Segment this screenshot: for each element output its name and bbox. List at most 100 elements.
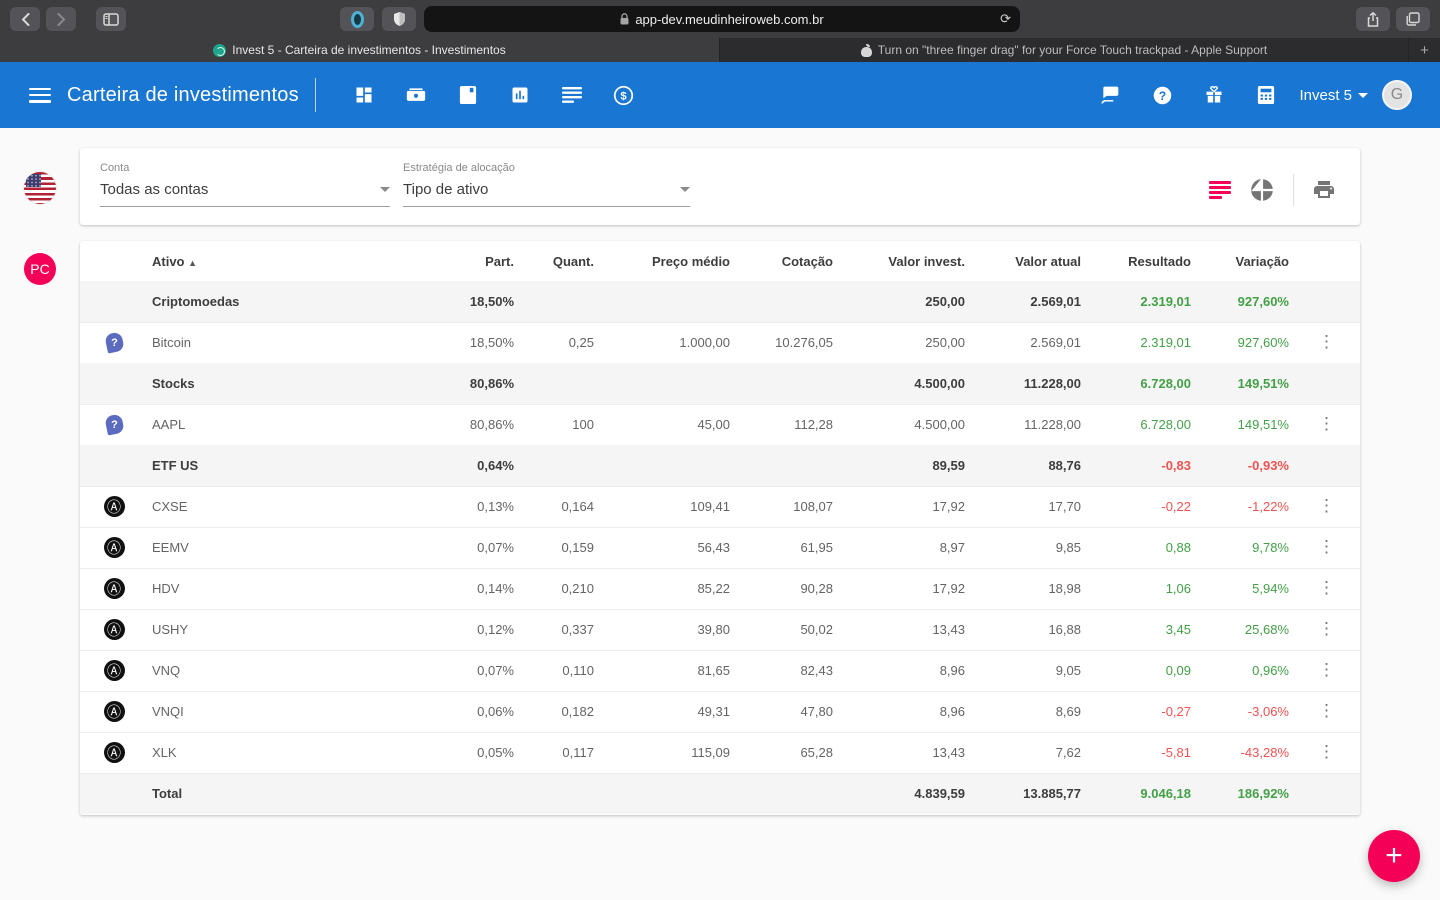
svg-text:$: $ xyxy=(621,90,628,102)
tabs-overview-button[interactable] xyxy=(1396,7,1430,31)
cell-preco-medio xyxy=(598,363,734,404)
help-button[interactable]: ? xyxy=(1143,75,1181,115)
site-favicon xyxy=(213,43,227,57)
cell-preco-medio xyxy=(598,281,734,322)
row-menu-button[interactable]: ⋮ xyxy=(1318,497,1335,514)
row-menu-cell: ⋮ xyxy=(1293,650,1360,691)
header-valor-invest[interactable]: Valor invest. xyxy=(837,241,969,281)
row-menu-button[interactable]: ⋮ xyxy=(1318,415,1335,432)
nav-statements-button[interactable] xyxy=(546,75,598,115)
cell-ativo: EEMV xyxy=(152,540,189,555)
reload-button[interactable]: ⟳ xyxy=(1000,11,1011,27)
asset-logo-icon: Ⓐ xyxy=(80,609,148,650)
row-menu-button[interactable]: ⋮ xyxy=(1318,620,1335,637)
cell-resultado: 0,09 xyxy=(1165,663,1191,678)
cell-quant xyxy=(518,773,598,814)
cell-resultado: 9.046,18 xyxy=(1140,786,1191,802)
user-avatar[interactable]: G xyxy=(1382,80,1412,110)
header-ativo[interactable]: Ativo ▲ xyxy=(148,241,378,281)
cell-valor-invest: 17,92 xyxy=(932,499,965,514)
add-button[interactable]: + xyxy=(1368,830,1420,882)
header-preco-medio[interactable]: Preço médio xyxy=(598,241,734,281)
cell-resultado: 3,45 xyxy=(1165,622,1191,637)
header-valor-atual[interactable]: Valor atual xyxy=(969,241,1085,281)
printer-icon xyxy=(1314,181,1334,198)
cell-valor-atual: 7,62 xyxy=(1055,745,1081,760)
pie-chart-icon xyxy=(1251,179,1273,201)
cell-cotacao: 47,80 xyxy=(800,704,833,719)
cell-quant: 0,25 xyxy=(568,335,594,351)
row-menu-button[interactable]: ⋮ xyxy=(1318,579,1335,596)
row-menu-button[interactable]: ⋮ xyxy=(1318,661,1335,678)
row-menu-button[interactable]: ⋮ xyxy=(1318,743,1335,760)
account-select[interactable]: Conta Todas as contas xyxy=(100,162,390,207)
cell-part: 0,07% xyxy=(477,540,514,555)
usa-flag-icon[interactable] xyxy=(24,172,56,204)
cell-part: 0,12% xyxy=(477,622,514,637)
calculator-button[interactable] xyxy=(1247,75,1285,115)
header-resultado[interactable]: Resultado xyxy=(1085,241,1195,281)
feedback-button[interactable] xyxy=(1091,75,1129,115)
header-variacao[interactable]: Variação xyxy=(1195,241,1293,281)
nav-dashboard-button[interactable] xyxy=(338,75,390,115)
nav-ledger-button[interactable] xyxy=(442,75,494,115)
cell-ativo: XLK xyxy=(152,745,177,760)
list-view-button[interactable] xyxy=(1209,181,1231,199)
lock-icon xyxy=(620,13,629,25)
row-menu-button[interactable]: ⋮ xyxy=(1318,333,1335,350)
tabs-icon xyxy=(1406,12,1420,26)
wallet-icon xyxy=(406,88,425,101)
back-button[interactable] xyxy=(10,7,40,31)
print-button[interactable] xyxy=(1312,178,1336,202)
holdings-table: Ativo ▲ Part. Quant. Preço médio Cotação… xyxy=(80,241,1360,814)
chart-view-button[interactable] xyxy=(1249,177,1275,203)
cell-variacao: -3,06% xyxy=(1247,704,1289,719)
share-button[interactable] xyxy=(1356,7,1390,31)
cell-valor-invest: 8,96 xyxy=(939,704,965,719)
row-menu-cell: ⋮ xyxy=(1293,527,1360,568)
row-menu-button[interactable]: ⋮ xyxy=(1318,702,1335,719)
cell-valor-invest: 4.839,59 xyxy=(914,786,965,802)
group-row: ETF US 0,64% 89,59 88,76 -0,83 -0,93% xyxy=(80,445,1360,486)
header-quant[interactable]: Quant. xyxy=(518,241,598,281)
cell-valor-invest: 4.500,00 xyxy=(914,417,965,433)
cell-cotacao xyxy=(734,363,837,404)
asset-pin-icon: ? xyxy=(80,404,148,445)
forward-button[interactable] xyxy=(46,7,76,31)
cell-preco-medio: 49,31 xyxy=(697,704,730,719)
new-tab-button[interactable]: + xyxy=(1408,38,1440,62)
gift-button[interactable] xyxy=(1195,75,1233,115)
extension-button-shield[interactable] xyxy=(382,7,416,31)
cell-resultado: -0,27 xyxy=(1161,704,1191,719)
account-switcher[interactable]: Invest 5 xyxy=(1299,87,1368,104)
cell-valor-atual: 8,69 xyxy=(1055,704,1081,719)
pc-badge[interactable]: PC xyxy=(24,253,56,285)
row-menu-button[interactable]: ⋮ xyxy=(1318,538,1335,555)
tab-apple-support[interactable]: Turn on "three finger drag" for your For… xyxy=(719,38,1408,62)
extension-button-oval[interactable] xyxy=(340,7,374,31)
nav-money-button[interactable]: $ xyxy=(598,75,650,115)
cell-resultado: 1,06 xyxy=(1165,581,1191,596)
cell-ativo: ETF US xyxy=(152,457,199,473)
icon-cell-empty xyxy=(80,445,148,486)
cell-valor-invest: 17,92 xyxy=(932,581,965,596)
cell-ativo: VNQ xyxy=(152,663,181,678)
header-part[interactable]: Part. xyxy=(378,241,518,281)
cell-cotacao: 65,28 xyxy=(800,745,833,760)
cell-valor-invest: 4.500,00 xyxy=(914,375,965,391)
sidebar-toggle-button[interactable] xyxy=(96,7,126,31)
strategy-select-label: Estratégia de alocação xyxy=(403,162,515,174)
table-header-row: Ativo ▲ Part. Quant. Preço médio Cotação… xyxy=(80,241,1360,281)
chevron-down-icon xyxy=(680,187,690,192)
nav-reports-button[interactable] xyxy=(494,75,546,115)
menu-button[interactable] xyxy=(29,87,51,103)
cell-ativo: AAPL xyxy=(152,417,186,433)
nav-accounts-button[interactable] xyxy=(390,75,442,115)
address-bar[interactable]: app-dev.meudinheiroweb.com.br ⟳ xyxy=(424,6,1020,32)
header-cotacao[interactable]: Cotação xyxy=(734,241,837,281)
strategy-select[interactable]: Estratégia de alocação Tipo de ativo xyxy=(403,162,690,207)
tab-invest5[interactable]: Invest 5 - Carteira de investimentos - I… xyxy=(0,38,719,62)
row-menu-cell: ⋮ xyxy=(1293,486,1360,527)
asset-logo-icon: Ⓐ xyxy=(80,568,148,609)
icon-cell-empty xyxy=(80,773,148,814)
